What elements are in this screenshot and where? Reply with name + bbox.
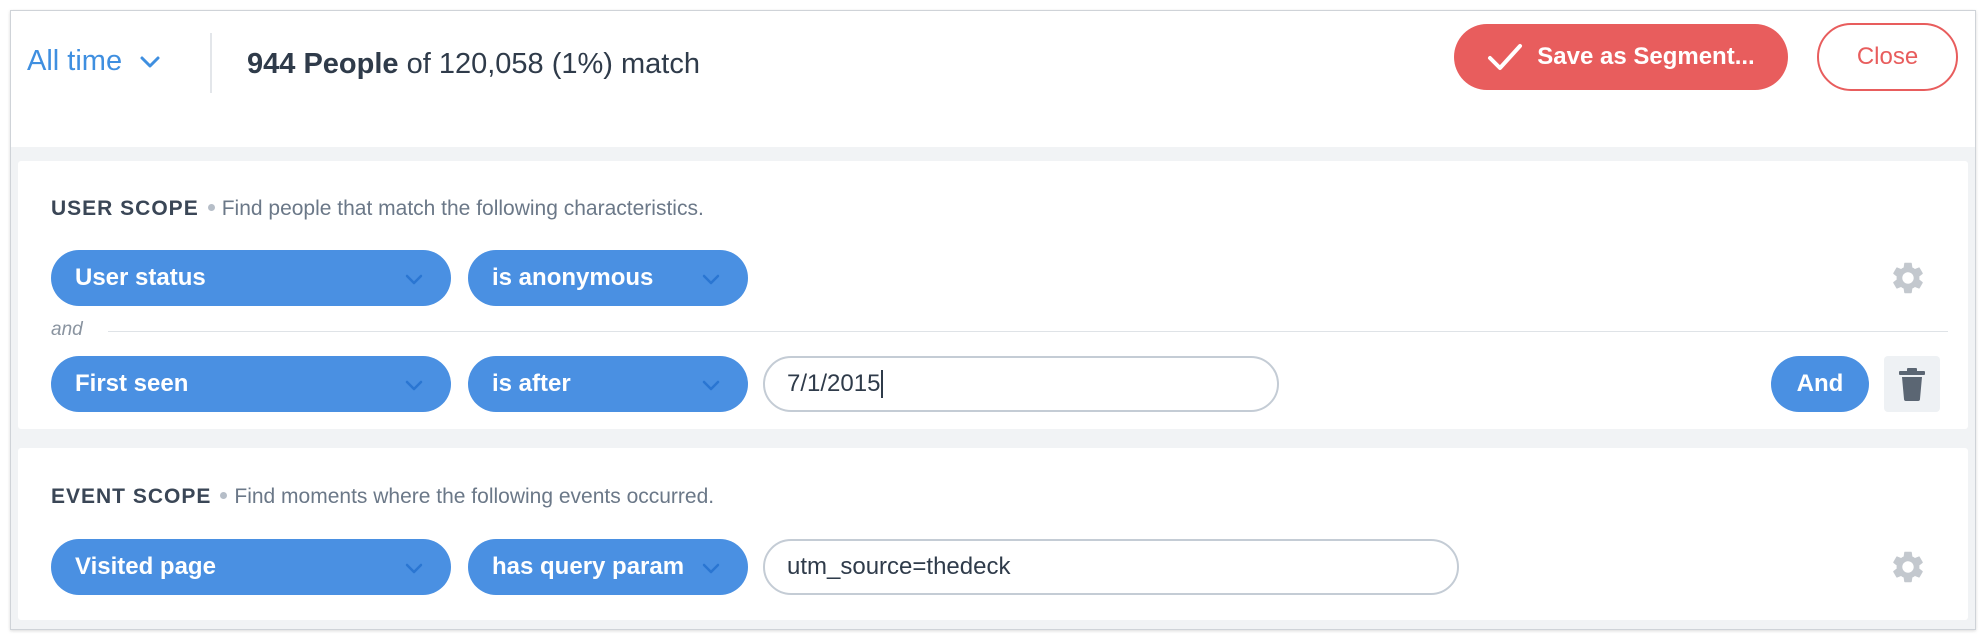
event-value-text: utm_source=thedeck	[787, 553, 1011, 580]
condition-property-select[interactable]: First seen	[51, 356, 451, 412]
header-divider	[210, 33, 212, 93]
condition-property-label: User status	[75, 264, 206, 291]
chevron-down-icon	[702, 563, 720, 574]
condition-operator-label: is anonymous	[492, 264, 654, 291]
time-range-dropdown[interactable]: All time	[27, 45, 162, 78]
text-caret	[881, 370, 884, 398]
and-joiner-label: and	[51, 319, 83, 340]
delete-condition-button[interactable]	[1884, 356, 1940, 412]
condition-operator-select[interactable]: is after	[468, 356, 748, 412]
chevron-down-icon	[702, 274, 720, 285]
user-scope-panel: USER SCOPE Find people that match the fol…	[18, 161, 1968, 429]
match-count: 944 People	[247, 48, 399, 80]
event-scope-heading: EVENT SCOPE Find moments where the follow…	[51, 485, 714, 509]
chevron-down-icon	[140, 56, 160, 67]
condition-property-label: First seen	[75, 370, 189, 397]
chevron-down-icon	[702, 380, 720, 391]
and-button-label: And	[1796, 370, 1844, 397]
header-bar: All time 944 People of 120,058 (1%) matc…	[11, 11, 1975, 147]
add-and-condition-button[interactable]: And	[1771, 356, 1869, 412]
event-scope-description: Find moments where the following events …	[234, 485, 715, 508]
condition-value-text: 7/1/2015	[787, 370, 881, 397]
save-as-segment-button[interactable]: Save as Segment...	[1454, 24, 1788, 90]
segment-builder: All time 944 People of 120,058 (1%) matc…	[10, 10, 1976, 630]
user-scope-heading: USER SCOPE Find people that match the fol…	[51, 197, 704, 221]
chevron-down-icon	[405, 380, 423, 391]
separator-dot	[220, 491, 228, 499]
gear-icon[interactable]	[1889, 259, 1927, 297]
trash-icon	[1899, 368, 1925, 401]
event-scope-panel: EVENT SCOPE Find moments where the follow…	[18, 448, 1968, 620]
event-operator-label: has query param	[492, 553, 685, 580]
gear-icon[interactable]	[1889, 548, 1927, 586]
condition-operator-label: is after	[492, 370, 571, 397]
chevron-down-icon	[405, 563, 423, 574]
close-button[interactable]: Close	[1817, 23, 1958, 91]
user-scope-title: USER SCOPE	[51, 197, 199, 220]
chevron-down-icon	[405, 274, 423, 285]
match-summary: 944 People of 120,058 (1%) match	[247, 48, 700, 81]
event-operator-select[interactable]: has query param	[468, 539, 748, 595]
close-label: Close	[1856, 43, 1919, 70]
checkmark-icon	[1488, 44, 1523, 70]
event-property-select[interactable]: Visited page	[51, 539, 451, 595]
condition-property-select[interactable]: User status	[51, 250, 451, 306]
user-scope-description: Find people that match the following cha…	[221, 197, 704, 220]
event-value-input[interactable]: utm_source=thedeck	[763, 539, 1459, 595]
time-range-label: All time	[27, 45, 123, 77]
event-property-label: Visited page	[75, 553, 216, 580]
and-divider	[108, 331, 1948, 332]
condition-value-input[interactable]: 7/1/2015	[763, 356, 1279, 412]
event-scope-title: EVENT SCOPE	[51, 485, 212, 508]
separator-dot	[207, 203, 215, 211]
condition-operator-select[interactable]: is anonymous	[468, 250, 748, 306]
save-as-segment-label: Save as Segment...	[1537, 43, 1755, 70]
match-total: of 120,058 (1%) match	[406, 48, 700, 80]
